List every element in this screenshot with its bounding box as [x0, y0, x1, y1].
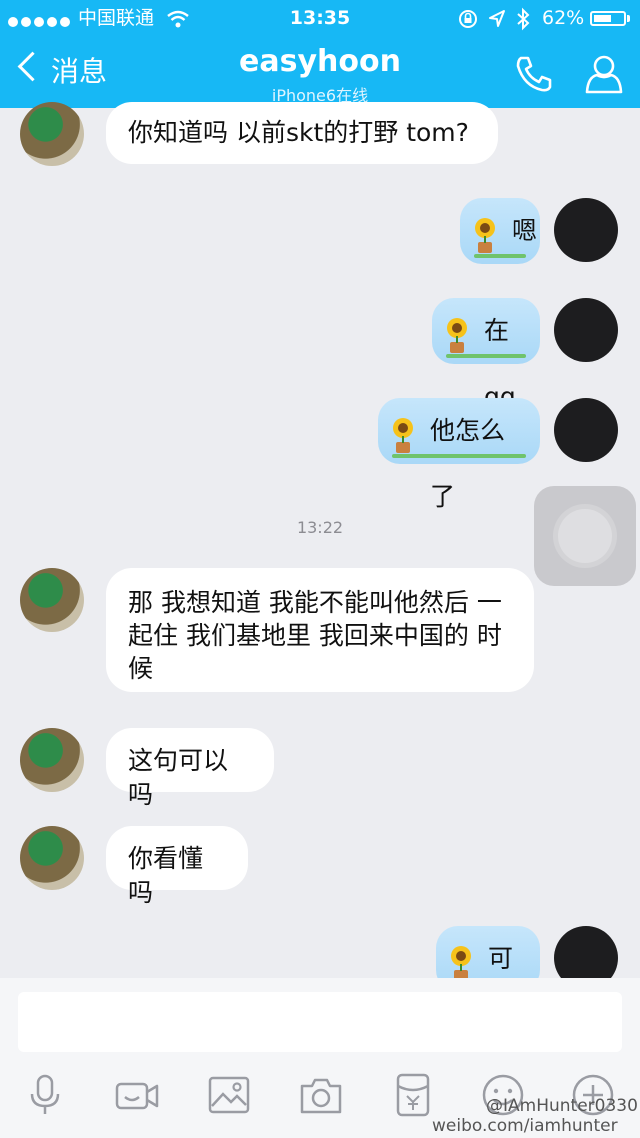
microphone-icon[interactable] — [22, 1072, 68, 1118]
battery-tip — [627, 15, 630, 22]
message-bubble[interactable]: 你知道吗 以前skt的打野 tom? — [106, 102, 498, 164]
rotation-lock-icon — [459, 10, 477, 28]
image-icon[interactable] — [206, 1072, 252, 1118]
red-packet-icon[interactable] — [390, 1072, 436, 1118]
message-text: 他怎么了 — [430, 416, 506, 511]
weibo-watermark: @IAmHunter0330 weibo.com/iamhunter — [432, 1096, 638, 1136]
sunflower-icon — [475, 218, 495, 253]
my-avatar[interactable] — [554, 298, 618, 362]
message-text: 在qg — [484, 316, 516, 411]
message-bubble[interactable]: 他怎么了 — [378, 398, 540, 511]
phone-call-button[interactable] — [512, 52, 556, 96]
bluetooth-icon — [517, 7, 530, 31]
message-timestamp: 13:22 — [296, 518, 344, 537]
person-icon — [593, 55, 615, 77]
message-bubble[interactable]: 在qg — [432, 298, 540, 411]
contact-avatar[interactable] — [20, 102, 84, 166]
battery-percentage: 62% — [542, 7, 585, 29]
message-bubble[interactable]: 这句可以吗 — [106, 728, 274, 809]
message-bubble[interactable]: 你看懂吗 — [106, 826, 248, 907]
video-call-icon[interactable] — [114, 1072, 160, 1118]
contact-avatar[interactable] — [20, 568, 84, 632]
my-avatar[interactable] — [554, 198, 618, 262]
message-bubble[interactable]: 那 我想知道 我能不能叫他然后 一起住 我们基地里 我回来中国的 时候 — [106, 568, 534, 692]
camera-icon[interactable] — [298, 1072, 344, 1118]
contact-avatar[interactable] — [20, 826, 84, 890]
phone-icon — [516, 56, 552, 92]
location-icon — [489, 10, 505, 27]
sunflower-icon — [393, 418, 413, 453]
profile-button[interactable] — [582, 52, 626, 96]
my-avatar[interactable] — [554, 398, 618, 462]
battery-level — [594, 15, 611, 22]
message-text: 嗯 — [512, 216, 538, 245]
contact-avatar[interactable] — [20, 728, 84, 792]
message-bubble[interactable]: 嗯 — [460, 198, 540, 264]
message-input[interactable] — [18, 992, 622, 1052]
battery-icon — [590, 11, 626, 26]
sunflower-icon — [447, 318, 467, 353]
watermark-url: weibo.com/iamhunter — [432, 1116, 618, 1136]
watermark-handle: @IAmHunter0330 — [486, 1096, 638, 1116]
